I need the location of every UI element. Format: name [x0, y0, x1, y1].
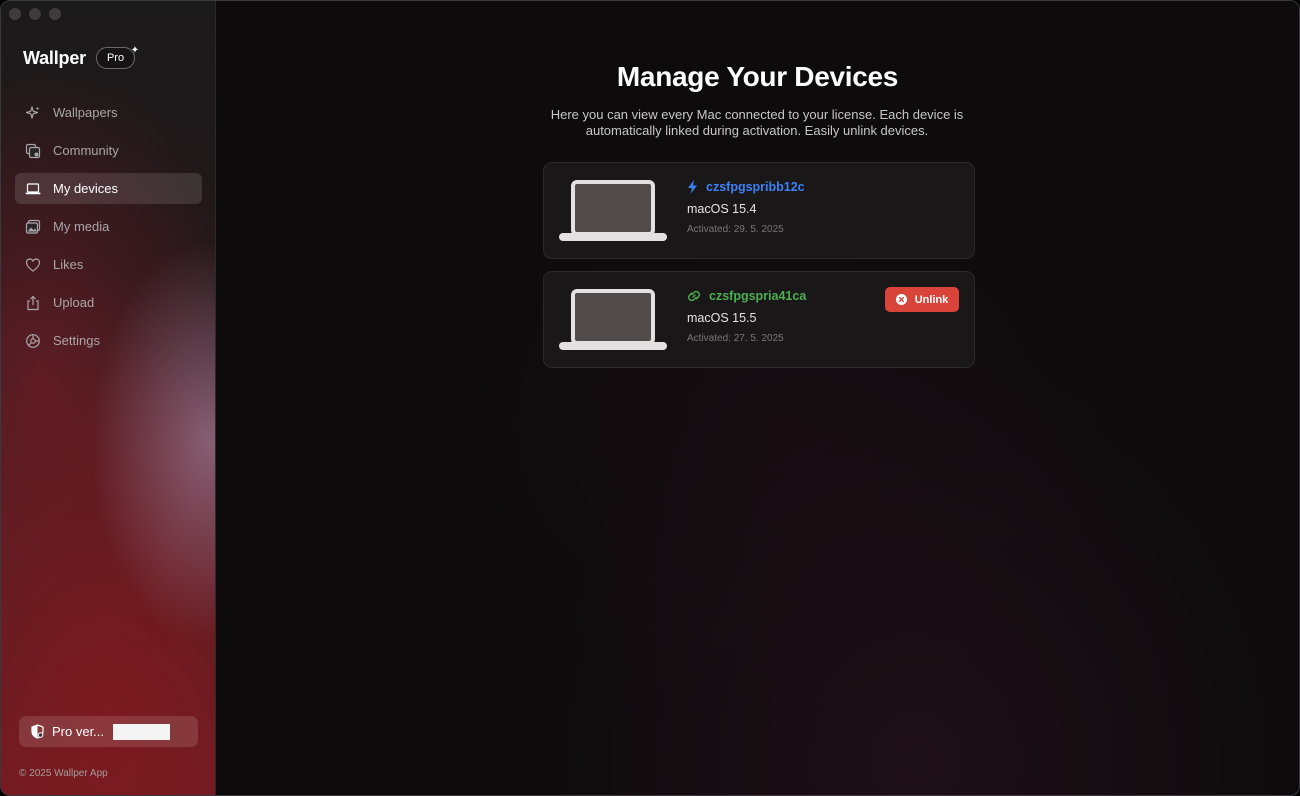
brand: Wallper Pro ✦	[23, 45, 139, 69]
page-title: Manage Your Devices	[616, 61, 899, 92]
pro-version-status[interactable]: Pro ver...	[19, 716, 198, 747]
sidebar-nav: Wallpapers Community My devices My media	[15, 97, 202, 363]
close-window-button[interactable]	[9, 8, 21, 20]
sidebar-item-label: My media	[53, 219, 110, 234]
sidebar-item-my-devices[interactable]: My devices	[15, 173, 202, 204]
heart-icon	[24, 256, 42, 274]
sidebar-item-label: My devices	[53, 181, 119, 196]
device-os: macOS 15.5	[687, 311, 757, 325]
sidebar-item-upload[interactable]: Upload	[15, 287, 202, 318]
link-icon	[687, 289, 701, 303]
minimize-window-button[interactable]	[29, 8, 41, 20]
device-card: czsfpgspribb12c macOS 15.4 Activated: 29…	[543, 162, 975, 259]
sidebar-item-label: Community	[53, 143, 119, 158]
app-window: Wallper Pro ✦ Wallpapers Community My de…	[0, 0, 1300, 796]
shield-icon	[31, 724, 44, 739]
sidebar-item-wallpapers[interactable]: Wallpapers	[15, 97, 202, 128]
copyright-text: © 2025 Wallper App	[19, 768, 108, 779]
app-name: Wallper	[23, 47, 86, 68]
laptop-icon	[559, 180, 667, 247]
sidebar-item-settings[interactable]: Settings	[15, 325, 202, 356]
close-circle-icon	[895, 294, 907, 305]
sidebar-item-community[interactable]: Community	[15, 135, 202, 166]
sidebar-item-label: Upload	[53, 295, 95, 310]
unlink-button[interactable]: Unlink	[885, 287, 959, 312]
bolt-icon	[687, 180, 698, 194]
laptop-icon	[559, 289, 667, 356]
sidebar-item-label: Settings	[53, 333, 100, 348]
upload-icon	[24, 294, 42, 312]
device-activated-date: Activated: 27. 5. 2025	[687, 333, 784, 344]
photos-icon	[24, 218, 42, 236]
sidebar-item-label: Wallpapers	[53, 105, 118, 120]
device-card: czsfpgspria41ca macOS 15.5 Activated: 27…	[543, 271, 975, 368]
sparkle-icon: ✦	[130, 45, 140, 56]
sidebar-item-likes[interactable]: Likes	[15, 249, 202, 280]
device-name-row: czsfpgspria41ca	[687, 289, 806, 303]
redacted-field	[113, 723, 171, 740]
pro-version-label: Pro ver...	[52, 724, 105, 739]
device-name: czsfpgspria41ca	[709, 289, 807, 303]
device-os: macOS 15.4	[687, 202, 757, 216]
sidebar-item-my-media[interactable]: My media	[15, 211, 202, 242]
device-activated-date: Activated: 29. 5. 2025	[687, 224, 784, 235]
zoom-window-button[interactable]	[49, 8, 61, 20]
laptop-icon	[24, 180, 42, 198]
device-name-row: czsfpgspribb12c	[687, 180, 805, 194]
pro-badge: Pro ✦	[95, 45, 139, 69]
page-subtitle: Here you can view every Mac connected to…	[550, 107, 964, 138]
device-name: czsfpgspribb12c	[706, 180, 805, 194]
sparkles-icon	[24, 104, 42, 122]
pro-badge-label: Pro	[106, 52, 125, 64]
window-controls	[9, 8, 61, 20]
sidebar: Wallper Pro ✦ Wallpapers Community My de…	[1, 1, 216, 795]
main-content: Manage Your Devices Here you can view ev…	[216, 1, 1299, 795]
unlink-label: Unlink	[914, 293, 949, 306]
sidebar-item-label: Likes	[53, 257, 84, 272]
community-icon	[24, 142, 42, 160]
gear-icon	[24, 332, 42, 350]
